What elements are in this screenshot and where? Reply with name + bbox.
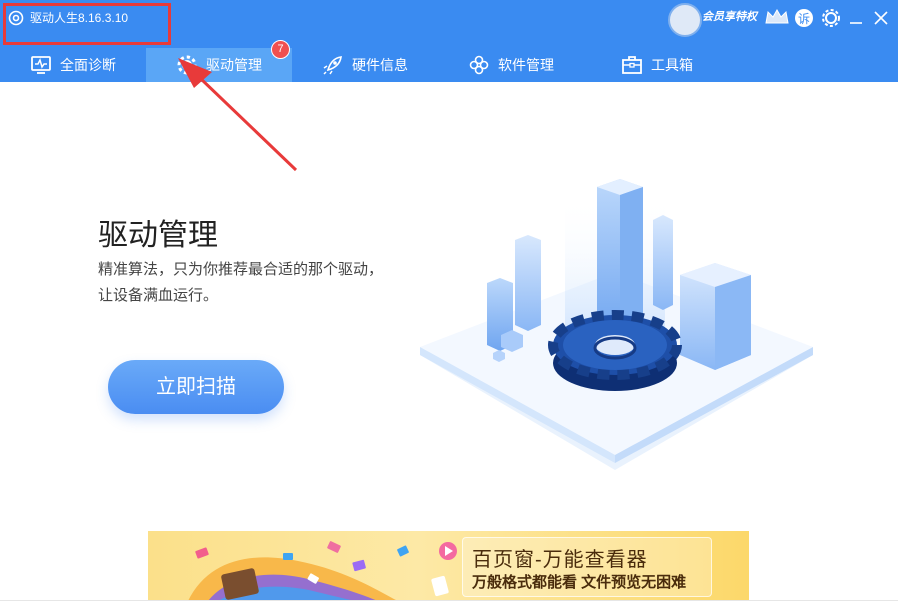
tab-software-management[interactable]: 软件管理 xyxy=(438,48,584,82)
banner-art xyxy=(188,541,457,601)
gear-icon xyxy=(177,55,197,75)
banner-title: 百页窗-万能查看器 xyxy=(472,549,648,571)
annotation-highlight-box xyxy=(3,3,171,45)
minimize-icon xyxy=(850,22,862,24)
minimize-button[interactable] xyxy=(846,8,866,28)
member-privilege-label[interactable]: 会员享特权 xyxy=(702,10,757,24)
rocket-icon xyxy=(323,56,342,75)
update-count-badge: 7 xyxy=(271,40,290,59)
flower-icon xyxy=(469,55,489,75)
banner-subtitle: 万般格式都能看 文件预览无困难 xyxy=(472,574,687,591)
description-line: 让设备满血运行。 xyxy=(98,287,219,304)
description-line: 精准算法，只为你推荐最合适的那个驱动， xyxy=(98,261,384,278)
avatar-icon[interactable] xyxy=(668,3,702,37)
tab-label: 全面诊断 xyxy=(60,57,116,73)
tab-driver-management[interactable]: 驱动管理 xyxy=(146,48,292,82)
feedback-button[interactable]: 诉 xyxy=(794,8,814,28)
tab-label: 硬件信息 xyxy=(352,57,408,73)
feedback-label: 诉 xyxy=(798,12,811,26)
scan-now-button[interactable]: 立即扫描 xyxy=(108,360,284,414)
tab-label: 驱动管理 xyxy=(206,57,262,73)
tab-label: 工具箱 xyxy=(651,57,693,73)
tab-hardware-info[interactable]: 硬件信息 xyxy=(292,48,438,82)
tab-label: 软件管理 xyxy=(498,57,554,73)
crown-icon[interactable] xyxy=(764,8,790,26)
monitor-icon xyxy=(31,56,51,74)
page-description: 精准算法，只为你推荐最合适的那个驱动， 让设备满血运行。 xyxy=(98,257,418,309)
settings-icon xyxy=(822,9,840,27)
settings-button[interactable] xyxy=(821,8,841,28)
toolbox-icon xyxy=(622,56,642,74)
driver-illustration xyxy=(420,179,813,470)
tab-full-diagnosis[interactable]: 全面诊断 xyxy=(0,48,146,82)
tab-toolbox[interactable]: 工具箱 xyxy=(584,48,730,82)
close-button[interactable] xyxy=(871,8,891,28)
page-headline: 驱动管理 xyxy=(98,219,218,252)
close-icon xyxy=(874,11,888,25)
